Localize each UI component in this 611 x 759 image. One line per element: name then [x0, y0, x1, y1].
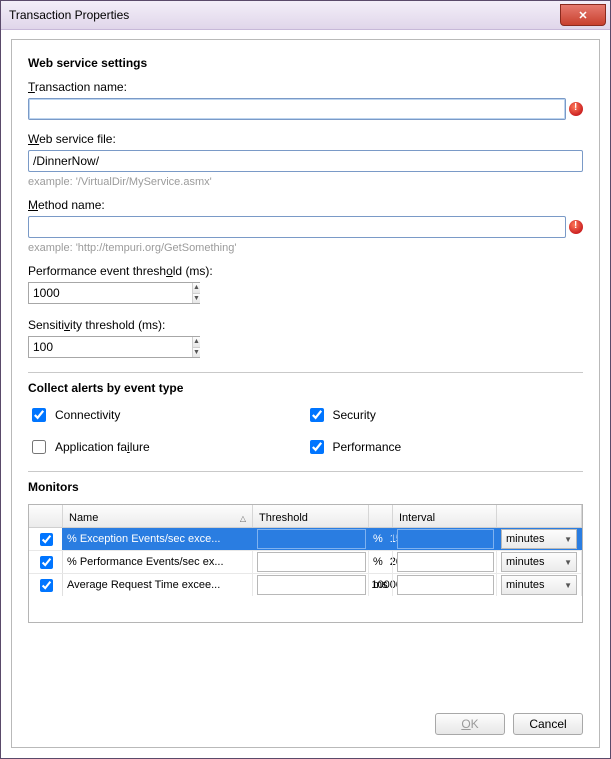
performance-checkbox[interactable]: Performance: [306, 437, 584, 457]
chevron-down-icon[interactable]: ▼: [193, 294, 200, 304]
row-name: Average Request Time excee...: [63, 574, 253, 596]
row-checkbox[interactable]: [29, 574, 63, 596]
row-name: % Exception Events/sec exce...: [63, 528, 253, 550]
header-name[interactable]: Name△: [63, 505, 253, 527]
error-icon: [569, 220, 583, 234]
row-unit: %: [369, 528, 393, 550]
method-name-hint: example: 'http://tempuri.org/GetSomethin…: [28, 242, 583, 254]
table-header: Name△ Threshold Interval: [29, 505, 582, 528]
header-threshold[interactable]: Threshold: [253, 505, 369, 527]
section-alerts: Collect alerts by event type: [28, 381, 583, 395]
sensitivity-threshold-label: Sensitivity threshold (ms):: [28, 318, 583, 332]
separator: [28, 471, 583, 472]
web-service-file-label: Web service file:: [28, 132, 583, 146]
titlebar: Transaction Properties ✕: [1, 1, 610, 30]
table-row[interactable]: % Performance Events/sec ex...▲▼%▲▼minut…: [29, 551, 582, 574]
content-panel: Web service settings TTransaction name:r…: [11, 39, 600, 748]
row-interval[interactable]: ▲▼: [393, 551, 497, 573]
row-interval[interactable]: ▲▼: [393, 528, 497, 550]
chevron-up-icon[interactable]: ▲: [193, 283, 200, 294]
perf-threshold-input[interactable]: [29, 283, 192, 303]
transaction-name-label: TTransaction name:ransaction name:: [28, 80, 583, 94]
chevron-down-icon[interactable]: ▼: [193, 348, 200, 358]
application-failure-checkbox[interactable]: Application failure: [28, 437, 306, 457]
row-unit: ms: [369, 574, 393, 596]
sensitivity-threshold-input[interactable]: [29, 337, 192, 357]
separator: [28, 372, 583, 373]
row-threshold[interactable]: ▲▼: [253, 574, 369, 596]
monitors-table: Name△ Threshold Interval % Exception Eve…: [28, 504, 583, 623]
row-unit: %: [369, 551, 393, 573]
row-interval-unit[interactable]: minutes▼: [497, 574, 582, 596]
perf-threshold-spinner[interactable]: ▲▼: [28, 282, 200, 304]
cancel-button[interactable]: Cancel: [513, 713, 583, 735]
error-icon: [569, 102, 583, 116]
header-checkbox[interactable]: [29, 505, 63, 527]
row-checkbox[interactable]: [29, 551, 63, 573]
header-interval[interactable]: Interval: [393, 505, 497, 527]
close-button[interactable]: ✕: [560, 4, 606, 26]
row-interval-unit[interactable]: minutes▼: [497, 551, 582, 573]
web-service-file-input[interactable]: [28, 150, 583, 172]
chevron-down-icon: ▼: [564, 558, 572, 567]
chevron-down-icon: ▼: [564, 581, 572, 590]
transaction-name-input[interactable]: [28, 98, 566, 120]
table-body: % Exception Events/sec exce...▲▼%▲▼minut…: [29, 528, 582, 596]
chevron-down-icon: ▼: [564, 535, 572, 544]
security-checkbox[interactable]: Security: [306, 405, 584, 425]
sort-asc-icon: △: [240, 514, 246, 523]
row-name: % Performance Events/sec ex...: [63, 551, 253, 573]
section-monitors: Monitors: [28, 480, 583, 494]
row-interval[interactable]: ▲▼: [393, 574, 497, 596]
sensitivity-threshold-spinner[interactable]: ▲▼: [28, 336, 200, 358]
connectivity-checkbox[interactable]: Connectivity: [28, 405, 306, 425]
dialog-window: Transaction Properties ✕ Web service set…: [0, 0, 611, 759]
chevron-up-icon[interactable]: ▲: [193, 337, 200, 348]
web-service-file-hint: example: '/VirtualDir/MyService.asmx': [28, 176, 583, 188]
ok-button[interactable]: OK: [435, 713, 505, 735]
table-row[interactable]: % Exception Events/sec exce...▲▼%▲▼minut…: [29, 528, 582, 551]
section-web-settings: Web service settings: [28, 56, 583, 70]
perf-threshold-label: Performance event threshold (ms):: [28, 264, 583, 278]
row-interval-unit[interactable]: minutes▼: [497, 528, 582, 550]
row-checkbox[interactable]: [29, 528, 63, 550]
row-threshold[interactable]: ▲▼: [253, 551, 369, 573]
table-row[interactable]: Average Request Time excee...▲▼ms▲▼minut…: [29, 574, 582, 596]
window-title: Transaction Properties: [9, 8, 129, 22]
close-icon: ✕: [578, 9, 587, 22]
method-name-input[interactable]: [28, 216, 566, 238]
row-threshold[interactable]: ▲▼: [253, 528, 369, 550]
method-name-label: Method name:: [28, 198, 583, 212]
